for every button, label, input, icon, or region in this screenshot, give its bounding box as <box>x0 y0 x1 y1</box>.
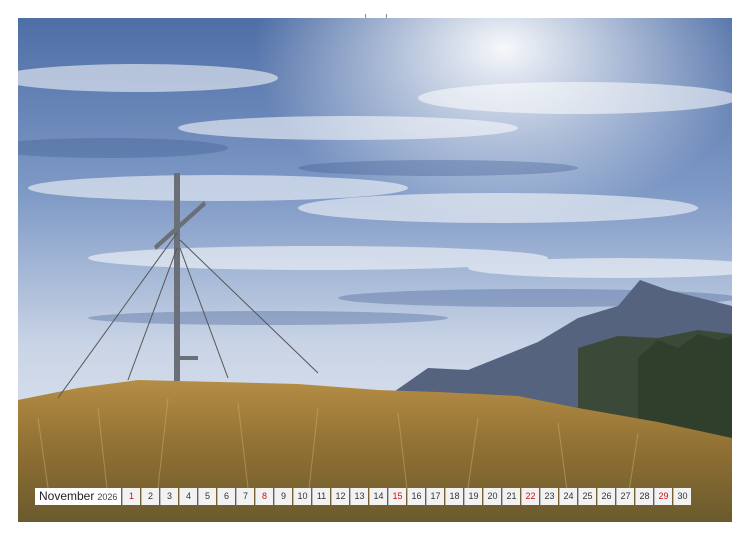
calendar-day: 26 <box>597 488 615 505</box>
calendar-day: 11 <box>312 488 330 505</box>
calendar-day: 14 <box>369 488 387 505</box>
calendar-day: 21 <box>502 488 520 505</box>
calendar-day: 28 <box>635 488 653 505</box>
landscape-photo <box>18 18 732 522</box>
calendar-day: 27 <box>616 488 634 505</box>
calendar-day: 3 <box>160 488 178 505</box>
calendar-day: 30 <box>673 488 691 505</box>
year-label: 2026 <box>97 492 118 502</box>
calendar-day: 15 <box>388 488 406 505</box>
calendar-day: 1 <box>122 488 140 505</box>
calendar-bar: November 2026 1 2 3 4 5 6 7 8 9 10 11 12 13 14 15 16 17 18… <box>35 488 691 505</box>
calendar-day: 7 <box>236 488 254 505</box>
calendar-day: 18 <box>445 488 463 505</box>
calendar-day: 17 <box>426 488 444 505</box>
calendar-day: 5 <box>198 488 216 505</box>
calendar-day: 12 <box>331 488 349 505</box>
calendar-day: 9 <box>274 488 292 505</box>
calendar-day: 20 <box>483 488 501 505</box>
calendar-day: 4 <box>179 488 197 505</box>
calendar-day: 22 <box>521 488 539 505</box>
calendar-day: 16 <box>407 488 425 505</box>
calendar-day: 23 <box>540 488 558 505</box>
calendar-day: 29 <box>654 488 672 505</box>
calendar-day: 6 <box>217 488 235 505</box>
calendar-day: 2 <box>141 488 159 505</box>
calendar-day: 24 <box>559 488 577 505</box>
calendar-day: 8 <box>255 488 273 505</box>
month-label: November 2026 <box>35 488 121 505</box>
month-name: November <box>39 489 95 503</box>
calendar-day: 10 <box>293 488 311 505</box>
calendar-day: 25 <box>578 488 596 505</box>
calendar-day: 13 <box>350 488 368 505</box>
calendar-day: 19 <box>464 488 482 505</box>
